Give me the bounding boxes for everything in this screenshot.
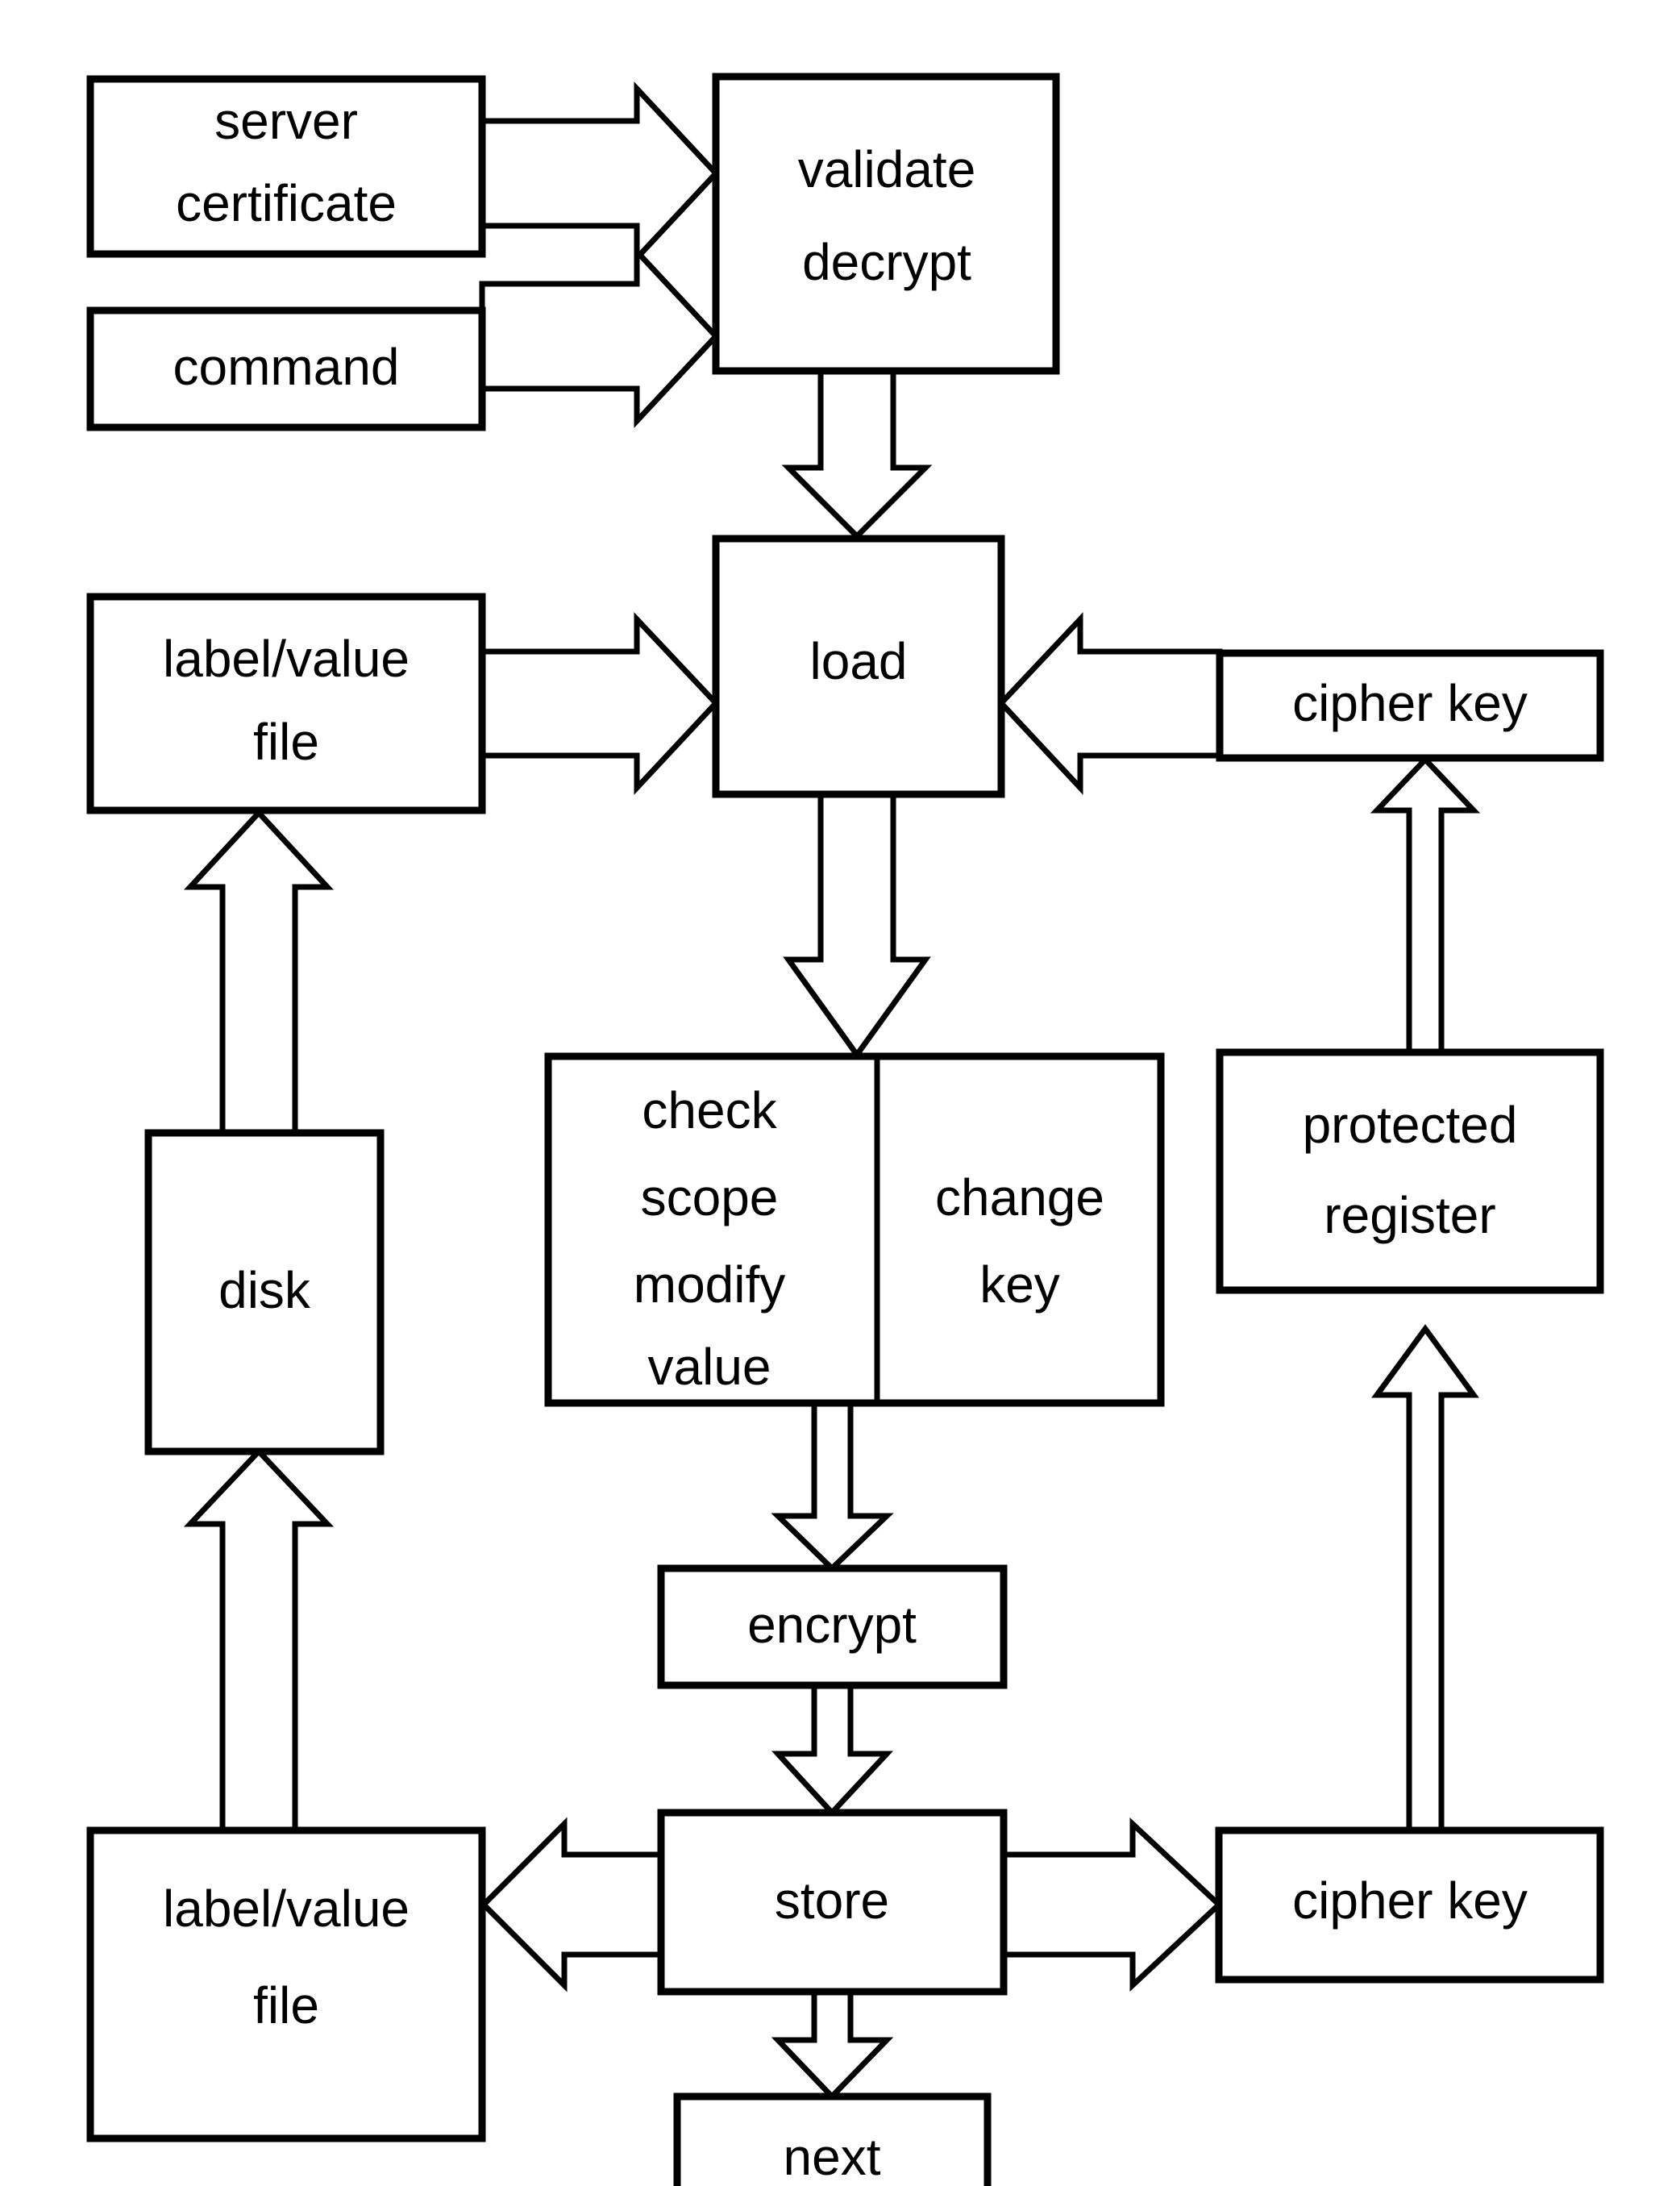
- node-cipher-key-bottom-label: cipher key: [1292, 1872, 1528, 1930]
- edge-validate-to-load: [781, 368, 933, 540]
- node-load-label: load: [810, 632, 908, 690]
- node-disk-label: disk: [218, 1261, 311, 1319]
- node-label-value-file-bottom[interactable]: label/value file: [86, 1826, 486, 2142]
- node-server-certificate[interactable]: server certificate: [86, 75, 486, 258]
- node-check-scope-label-line1: check: [642, 1081, 777, 1139]
- node-next-label: next: [784, 2128, 881, 2186]
- edge-store-to-cipher-key-bottom: [1000, 1817, 1224, 1992]
- node-server-certificate-label-line1: server: [214, 92, 358, 150]
- node-store-label: store: [775, 1872, 889, 1930]
- node-store[interactable]: store: [657, 1809, 1008, 1996]
- node-cipher-key-top-label: cipher key: [1292, 674, 1528, 732]
- node-check-scope-change-key[interactable]: check scope modify value change key: [544, 1052, 1165, 1407]
- edge-load-to-check-scope: [783, 791, 931, 1060]
- node-label-value-file-top-label-line1: label/value: [163, 630, 410, 688]
- node-label-value-file-top-label-line2: file: [253, 713, 319, 771]
- node-protected-register-label-line2: register: [1324, 1186, 1495, 1244]
- edge-labelvalue-top-to-load: [479, 612, 720, 795]
- edge-store-to-next: [771, 1988, 894, 2101]
- node-check-scope-label-line3: modify: [634, 1255, 786, 1314]
- node-encrypt-label: encrypt: [747, 1596, 917, 1654]
- edge-disk-to-labelvalue-top: [184, 808, 334, 1136]
- node-server-certificate-label-line2: certificate: [176, 174, 397, 232]
- node-encrypt[interactable]: encrypt: [657, 1564, 1008, 1689]
- node-protected-register-label-line1: protected: [1303, 1096, 1518, 1154]
- node-next[interactable]: next: [673, 2092, 992, 2186]
- node-validate-decrypt[interactable]: validate decrypt: [712, 73, 1060, 375]
- node-label-value-file-top[interactable]: label/value file: [86, 593, 486, 814]
- node-cipher-key-top[interactable]: cipher key: [1216, 649, 1604, 762]
- edge-check-scope-to-encrypt: [771, 1400, 894, 1572]
- edge-server-certificate-to-validate: [479, 81, 720, 265]
- node-label-value-file-bottom-label-line2: file: [253, 1976, 319, 2034]
- node-disk[interactable]: disk: [144, 1129, 385, 1455]
- edge-cipher-key-top-to-load: [997, 612, 1223, 795]
- node-cipher-key-bottom[interactable]: cipher key: [1215, 1826, 1604, 1984]
- node-check-scope-label-line4: value: [648, 1338, 771, 1396]
- flowchart-diagram: server certificate command validate decr…: [0, 0, 1680, 2186]
- node-command[interactable]: command: [86, 306, 486, 431]
- node-change-key-label-line1: change: [935, 1168, 1104, 1226]
- edge-protected-register-to-cipher-key-top: [1370, 755, 1481, 1056]
- edge-labelvalue-bottom-to-disk: [183, 1447, 335, 1834]
- edge-command-to-validate: [479, 244, 720, 428]
- node-protected-register[interactable]: protected register: [1216, 1048, 1604, 1294]
- edge-encrypt-to-store: [771, 1682, 894, 1818]
- node-label-value-file-bottom-label-line1: label/value: [163, 1880, 410, 1938]
- node-command-label: command: [173, 338, 400, 396]
- edge-store-to-labelvalue-bottom: [480, 1817, 664, 1992]
- node-check-scope-label-line2: scope: [641, 1168, 779, 1226]
- node-change-key-label-line2: key: [979, 1255, 1060, 1314]
- edge-cipher-key-bottom-to-protected-register: [1371, 1324, 1479, 1834]
- node-load[interactable]: load: [712, 535, 1005, 798]
- node-validate-decrypt-label-line1: validate: [798, 140, 976, 198]
- node-validate-decrypt-label-line2: decrypt: [802, 233, 971, 291]
- flowchart-canvas: server certificate command validate decr…: [86, 73, 1604, 2186]
